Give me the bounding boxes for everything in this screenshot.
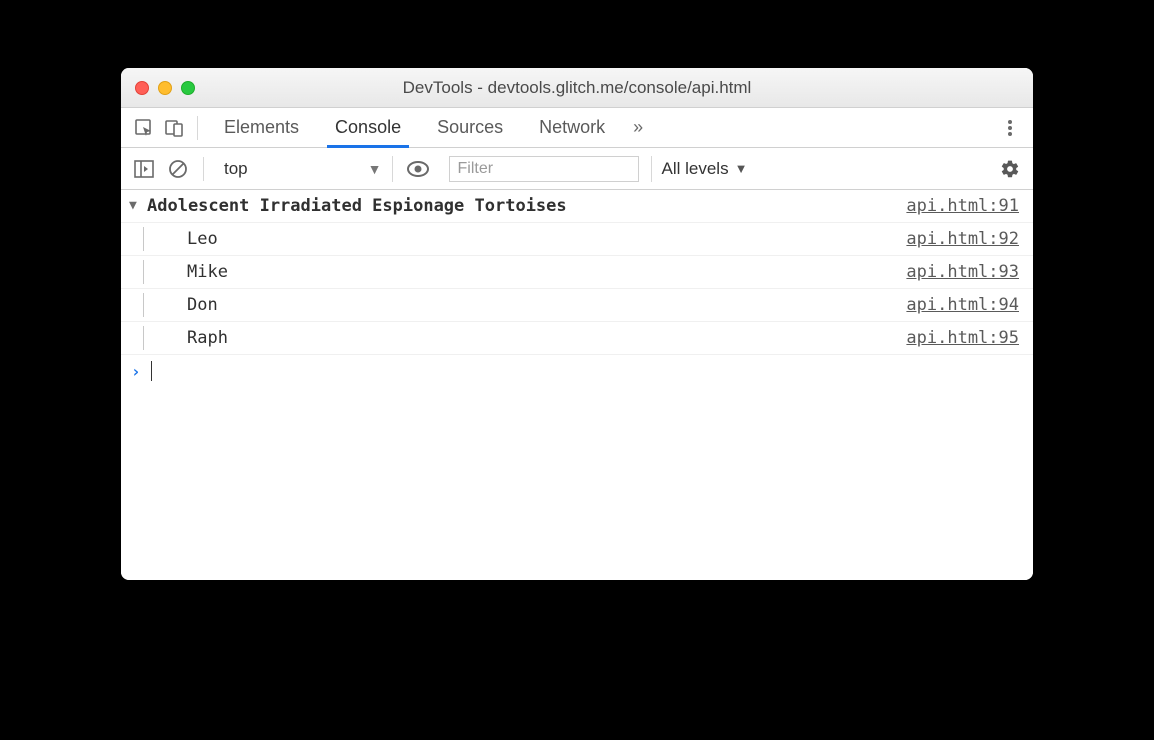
window-titlebar: DevTools - devtools.glitch.me/console/ap… bbox=[121, 68, 1033, 108]
traffic-lights bbox=[135, 81, 195, 95]
main-tabbar: Elements Console Sources Network » bbox=[121, 108, 1033, 148]
console-group-header: ▼ Adolescent Irradiated Espionage Tortoi… bbox=[121, 190, 1033, 223]
console-filter-input[interactable] bbox=[449, 156, 639, 182]
divider bbox=[197, 116, 198, 140]
tab-elements[interactable]: Elements bbox=[206, 108, 317, 147]
chevron-down-icon: ▼ bbox=[368, 161, 382, 177]
tab-sources[interactable]: Sources bbox=[419, 108, 521, 147]
toggle-console-sidebar-icon[interactable] bbox=[129, 154, 159, 184]
message-text: Raph bbox=[187, 326, 228, 350]
console-message: Mike api.html:93 bbox=[121, 256, 1033, 289]
kebab-menu-icon[interactable] bbox=[995, 118, 1025, 138]
source-link[interactable]: api.html:95 bbox=[906, 326, 1019, 350]
source-link[interactable]: api.html:92 bbox=[906, 227, 1019, 251]
tab-network[interactable]: Network bbox=[521, 108, 623, 147]
message-text: Don bbox=[187, 293, 218, 317]
device-toolbar-icon[interactable] bbox=[159, 113, 189, 143]
message-text: Leo bbox=[187, 227, 218, 251]
console-message: Raph api.html:95 bbox=[121, 322, 1033, 355]
clear-console-icon[interactable] bbox=[163, 154, 193, 184]
main-tabs: Elements Console Sources Network bbox=[206, 108, 623, 147]
divider bbox=[203, 157, 204, 181]
more-tabs-button[interactable]: » bbox=[623, 117, 653, 138]
source-link[interactable]: api.html:91 bbox=[906, 194, 1019, 218]
inspect-element-icon[interactable] bbox=[129, 113, 159, 143]
tree-indent bbox=[143, 326, 163, 350]
group-toggle-icon[interactable]: ▼ bbox=[129, 194, 147, 218]
console-message: Don api.html:94 bbox=[121, 289, 1033, 322]
tree-indent bbox=[143, 260, 163, 284]
tab-console[interactable]: Console bbox=[317, 108, 419, 147]
tree-indent bbox=[143, 227, 163, 251]
live-expression-icon[interactable] bbox=[403, 154, 433, 184]
console-settings-icon[interactable] bbox=[995, 154, 1025, 184]
console-output: ▼ Adolescent Irradiated Espionage Tortoi… bbox=[121, 190, 1033, 580]
group-title: Adolescent Irradiated Espionage Tortoise… bbox=[147, 194, 567, 218]
log-levels-selector[interactable]: All levels ▼ bbox=[651, 156, 748, 182]
execution-context-selector[interactable]: top ▼ bbox=[214, 156, 393, 182]
window-title: DevTools - devtools.glitch.me/console/ap… bbox=[121, 78, 1033, 98]
devtools-window: DevTools - devtools.glitch.me/console/ap… bbox=[121, 68, 1033, 580]
tree-indent bbox=[143, 293, 163, 317]
levels-label: All levels bbox=[662, 159, 729, 179]
close-window-button[interactable] bbox=[135, 81, 149, 95]
message-text: Mike bbox=[187, 260, 228, 284]
zoom-window-button[interactable] bbox=[181, 81, 195, 95]
console-prompt[interactable]: › bbox=[121, 355, 1033, 387]
chevron-down-icon: ▼ bbox=[735, 161, 748, 176]
minimize-window-button[interactable] bbox=[158, 81, 172, 95]
context-label: top bbox=[224, 159, 248, 179]
source-link[interactable]: api.html:94 bbox=[906, 293, 1019, 317]
console-toolbar: top ▼ All levels ▼ bbox=[121, 148, 1033, 190]
source-link[interactable]: api.html:93 bbox=[906, 260, 1019, 284]
console-message: Leo api.html:92 bbox=[121, 223, 1033, 256]
text-cursor bbox=[151, 361, 152, 381]
prompt-caret-icon: › bbox=[131, 362, 141, 381]
